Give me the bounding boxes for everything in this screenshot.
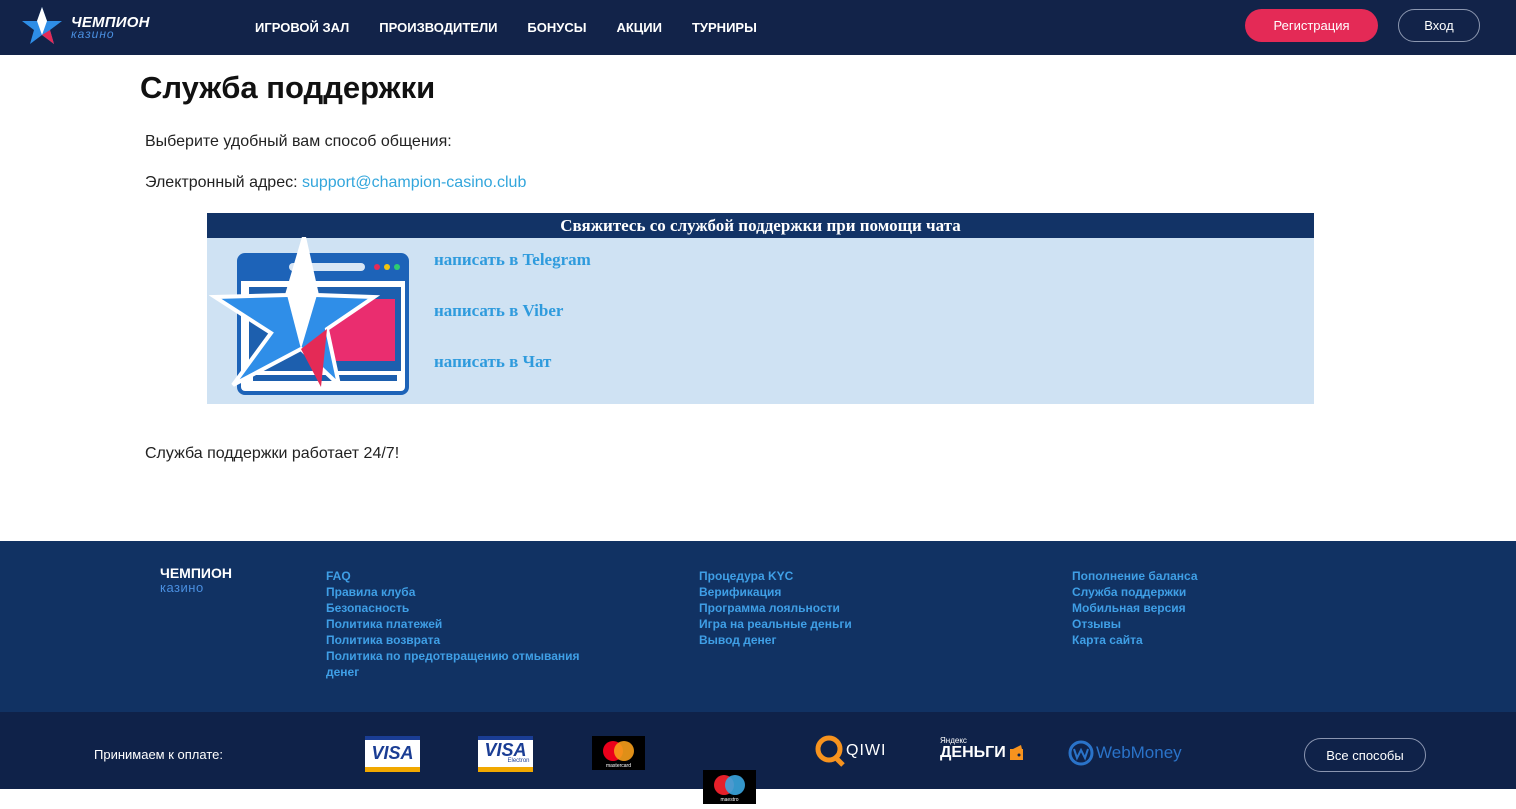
webmoney-globe-icon [1068, 740, 1094, 766]
site-footer: ЧЕМПИОН казино FAQ Правила клуба Безопас… [0, 541, 1516, 712]
site-logo[interactable]: ЧЕМПИОН казино [20, 6, 160, 46]
footer-link-support[interactable]: Служба поддержки [1072, 584, 1198, 600]
footer-link-loyalty[interactable]: Программа лояльности [699, 600, 852, 616]
viber-chat-link[interactable]: написать в Viber [434, 301, 563, 321]
footer-link-security[interactable]: Безопасность [326, 600, 580, 616]
footer-links-column-1: FAQ Правила клуба Безопасность Политика … [326, 568, 580, 680]
register-button[interactable]: Регистрация [1245, 9, 1378, 42]
nav-item-providers[interactable]: ПРОИЗВОДИТЕЛИ [379, 20, 497, 35]
footer-link-payment-policy[interactable]: Политика платежей [326, 616, 580, 632]
footer-link-reviews[interactable]: Отзывы [1072, 616, 1198, 632]
footer-link-aml-policy[interactable]: Политика по предотвращению отмывания [326, 648, 580, 664]
maestro-icon: maestro [703, 770, 756, 804]
qiwi-logo-icon [815, 735, 845, 767]
email-link[interactable]: support@champion-casino.club [302, 174, 526, 191]
visa-icon: VISA [365, 736, 420, 772]
footer-link-mobile[interactable]: Мобильная версия [1072, 600, 1198, 616]
webmoney-icon: WebMoney [1068, 740, 1182, 766]
footer-link-aml-policy-cont[interactable]: денег [326, 664, 580, 680]
chat-heading: Свяжитесь со службой поддержки при помощ… [207, 213, 1314, 238]
support-hours-text: Служба поддержки работает 24/7! [145, 445, 400, 462]
chat-support-box: Свяжитесь со службой поддержки при помощ… [207, 213, 1314, 404]
star-logo-icon [22, 7, 62, 44]
nav-item-bonuses[interactable]: БОНУСЫ [527, 20, 586, 35]
footer-links-column-2: Процедура KYC Верификация Программа лоял… [699, 568, 852, 648]
live-chat-link[interactable]: написать в Чат [434, 352, 551, 372]
payment-label: Принимаем к оплате: [94, 747, 223, 762]
footer-link-club-rules[interactable]: Правила клуба [326, 584, 580, 600]
mastercard-logo-icon: mastercard [603, 741, 634, 769]
nav-item-tournaments[interactable]: ТУРНИРЫ [692, 20, 757, 35]
footer-logo-subtext: казино [160, 580, 204, 595]
email-line: Электронный адрес: support@champion-casi… [145, 174, 526, 192]
footer-links-column-3: Пополнение баланса Служба поддержки Моби… [1072, 568, 1198, 648]
visa-electron-icon: VISA Electron [478, 736, 533, 772]
login-button[interactable]: Вход [1398, 9, 1480, 42]
wallet-icon [1009, 745, 1023, 760]
maestro-logo-icon: maestro [714, 775, 745, 803]
payment-methods-bar: Принимаем к оплате: VISA VISA Electron m… [0, 712, 1516, 804]
telegram-chat-link[interactable]: написать в Telegram [434, 250, 591, 270]
main-nav: ИГРОВОЙ ЗАЛ ПРОИЗВОДИТЕЛИ БОНУСЫ АКЦИИ Т… [255, 0, 787, 55]
intro-text: Выберите удобный вам способ общения: [145, 133, 452, 150]
all-payment-methods-button[interactable]: Все способы [1304, 738, 1426, 772]
footer-link-refund-policy[interactable]: Политика возврата [326, 632, 580, 648]
site-header: ЧЕМПИОН казино ИГРОВОЙ ЗАЛ ПРОИЗВОДИТЕЛИ… [0, 0, 1516, 55]
footer-link-verification[interactable]: Верификация [699, 584, 852, 600]
qiwi-icon: QIWI [814, 734, 886, 768]
mastercard-icon: mastercard [592, 736, 645, 770]
logo-subtext: казино [71, 27, 115, 41]
footer-link-deposit[interactable]: Пополнение баланса [1072, 568, 1198, 584]
nav-item-game-hall[interactable]: ИГРОВОЙ ЗАЛ [255, 20, 349, 35]
footer-link-withdrawal[interactable]: Вывод денег [699, 632, 852, 648]
footer-link-real-money[interactable]: Игра на реальные деньги [699, 616, 852, 632]
yandex-money-icon: Яндекс ДЕНЬГИ [940, 736, 1025, 761]
page-title: Служба поддержки [140, 70, 436, 105]
svg-text:mastercard: mastercard [606, 763, 631, 769]
chat-window-star-icon [209, 237, 409, 395]
nav-item-promotions[interactable]: АКЦИИ [616, 20, 662, 35]
footer-link-kyc[interactable]: Процедура KYC [699, 568, 852, 584]
footer-link-faq[interactable]: FAQ [326, 568, 580, 584]
footer-link-sitemap[interactable]: Карта сайта [1072, 632, 1198, 648]
email-label: Электронный адрес: [145, 174, 302, 191]
footer-logo-text[interactable]: ЧЕМПИОН [160, 565, 232, 581]
svg-text:maestro: maestro [720, 797, 738, 803]
